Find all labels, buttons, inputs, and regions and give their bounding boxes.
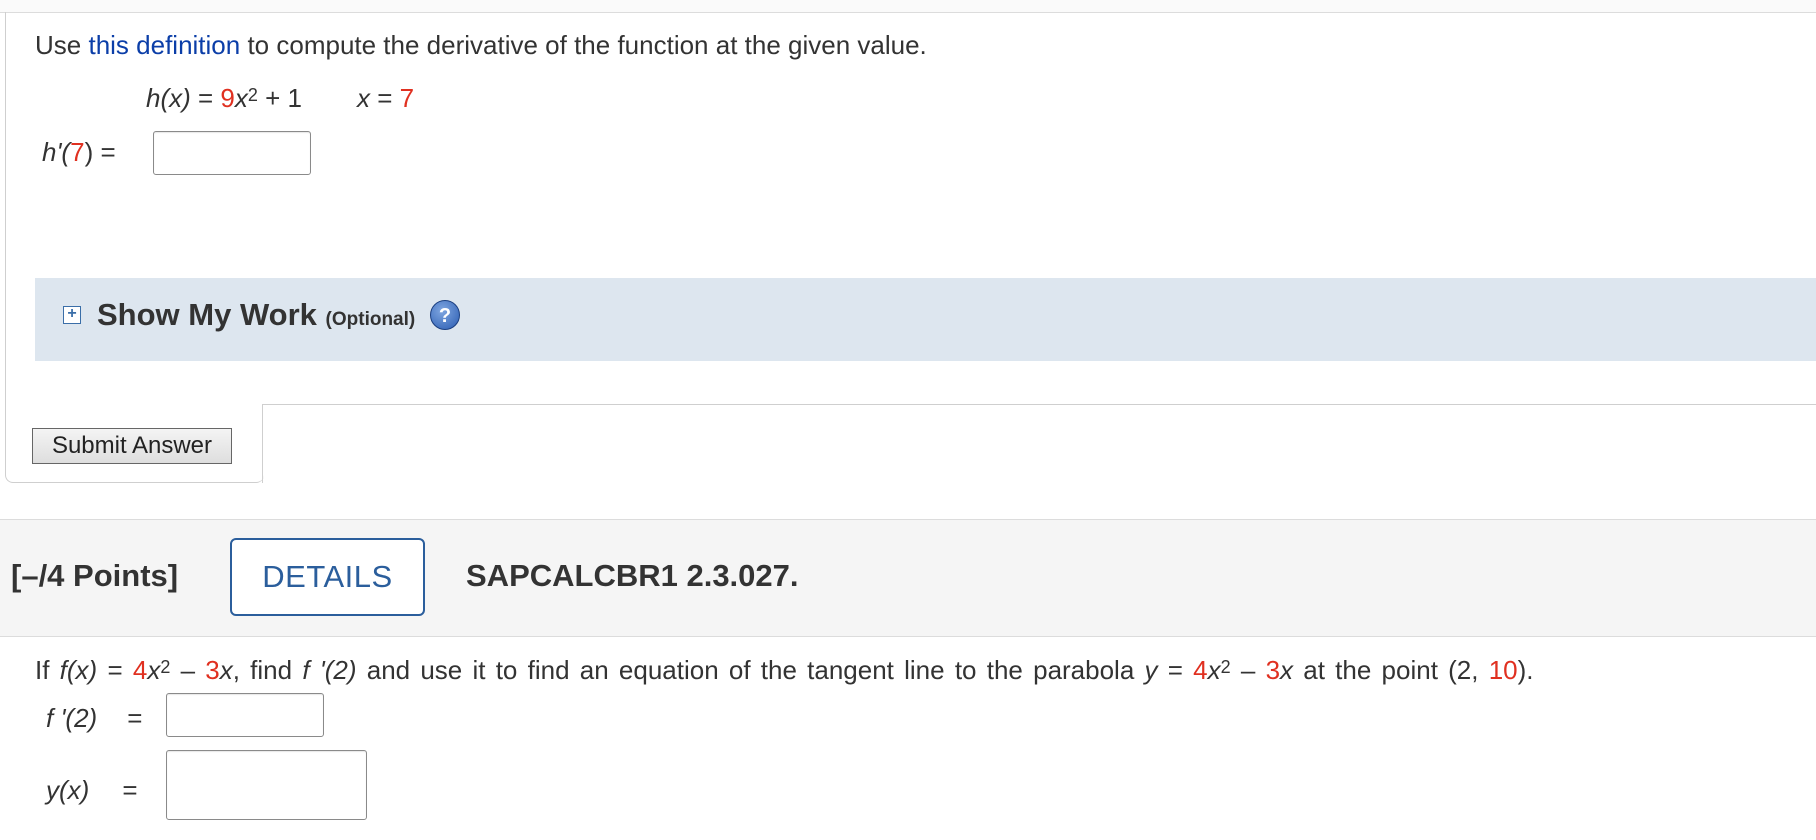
- details-button[interactable]: DETAILS: [230, 538, 425, 616]
- question2-prompt: If f(x) = 4x2 – 3x, find f '(2) and use …: [35, 655, 1534, 685]
- question1-box-edge: [262, 404, 1816, 483]
- show-my-work-title[interactable]: Show My Work (Optional): [97, 297, 415, 333]
- points-label: [–/4 Points]: [11, 558, 179, 593]
- question1-prompt: Use this definition to compute the deriv…: [35, 30, 927, 60]
- question-id: SAPCALCBR1 2.3.027.: [466, 558, 799, 593]
- fprime-answer-label: f '(2) =: [46, 703, 143, 733]
- show-my-work-panel[interactable]: + Show My Work (Optional) ?: [35, 278, 1816, 361]
- top-divider: [0, 0, 1816, 13]
- help-question-icon[interactable]: ?: [430, 300, 460, 330]
- fprime-answer-input[interactable]: [166, 693, 324, 737]
- submit-answer-button[interactable]: Submit Answer: [32, 428, 232, 464]
- derivative-answer-input[interactable]: [153, 131, 311, 175]
- derivative-answer-label: h'(7) =: [42, 137, 116, 167]
- function-definition: h(x) = 9x2 + 1x = 7: [146, 83, 415, 113]
- expand-plus-icon[interactable]: +: [63, 306, 81, 324]
- tangent-line-answer-label: y(x) =: [46, 775, 138, 805]
- definition-link[interactable]: this definition: [88, 30, 240, 60]
- tangent-line-answer-input[interactable]: [166, 750, 367, 820]
